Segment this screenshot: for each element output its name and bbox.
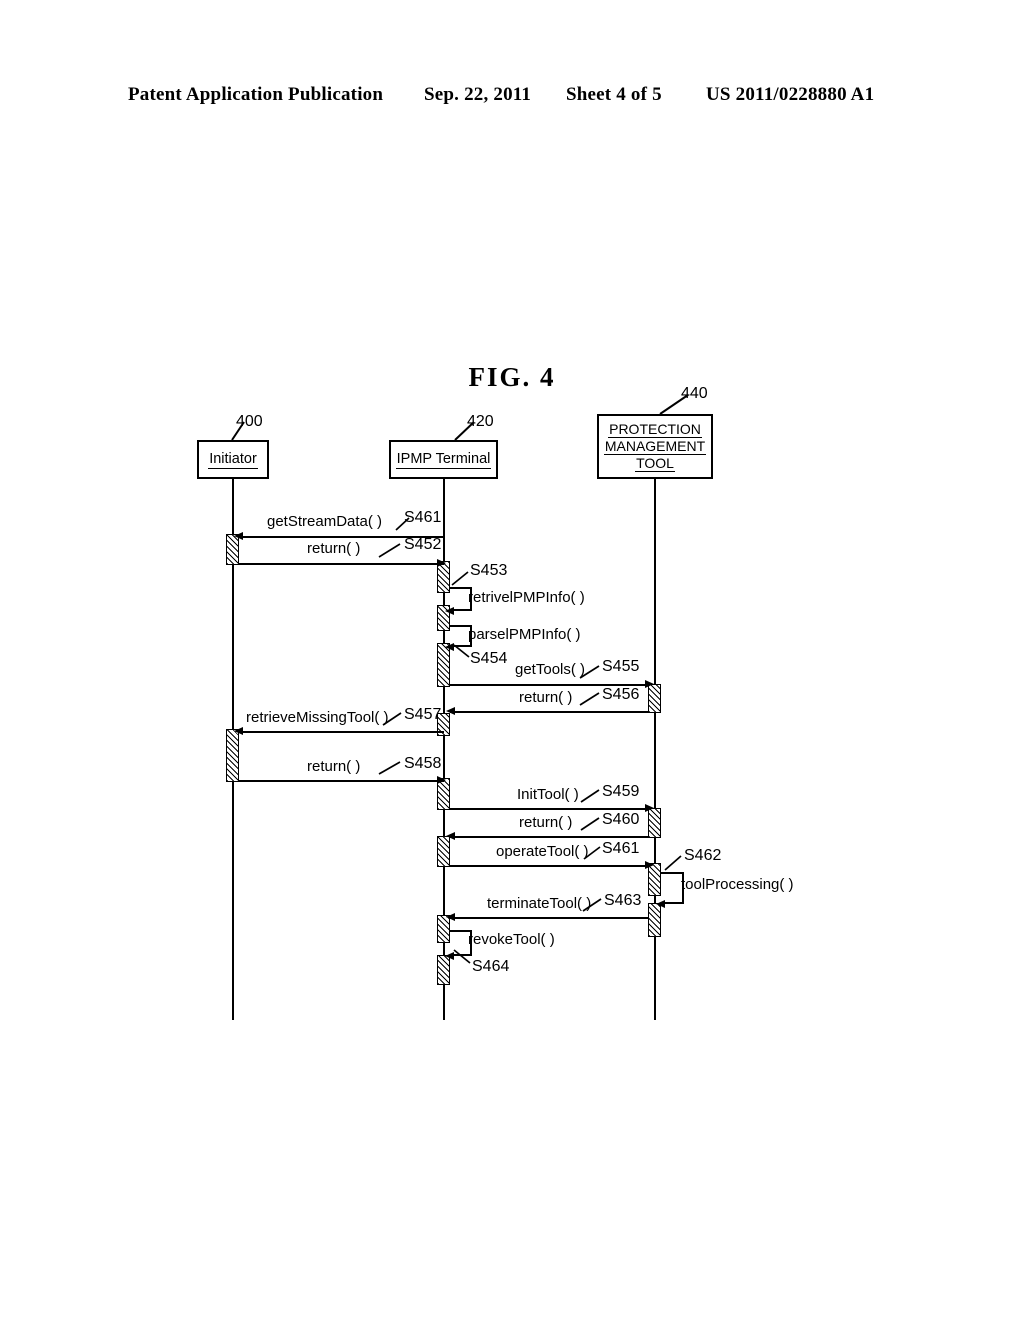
message-label-toolprocessing: toolProcessing( ) [681, 876, 794, 893]
lifeline-head-protection-management-tool: PROTECTION MANAGEMENT TOOL [597, 414, 713, 479]
sequence-diagram: FIG. 4 Initiator IPMP Terminal PROTECTIO… [0, 0, 1024, 1320]
message-line-return-456 [450, 711, 648, 713]
step-label-s457: S457 [404, 706, 442, 723]
step-label-s452: S452 [404, 536, 442, 553]
message-label-retrievepmpinfo: retrivelPMPInfo( ) [468, 589, 585, 606]
message-label-getstreamdata: getStreamData( ) [267, 513, 383, 530]
message-line-terminatetool [450, 917, 648, 919]
step-label-s462: S462 [684, 847, 722, 864]
leader-line-s456 [579, 692, 600, 706]
lifeline-label-pmt-line2: MANAGEMENT [603, 438, 707, 455]
step-label-s458: S458 [404, 755, 442, 772]
lifeline-head-ipmp-terminal: IPMP Terminal [389, 440, 498, 479]
step-label-s461: S461 [602, 840, 640, 857]
step-label-s455: S455 [602, 658, 640, 675]
step-label-s453: S453 [470, 562, 508, 579]
arrow-head-getstreamdata [234, 532, 243, 540]
arrow-head-toolprocessing [656, 900, 665, 908]
arrow-head-return-458 [437, 776, 446, 784]
reference-numeral-440: 440 [681, 385, 708, 402]
message-label-revoketool: revokeTool( ) [468, 931, 555, 948]
leader-line-s460 [580, 817, 600, 831]
arrow-head-terminatetool [446, 913, 455, 921]
step-label-s454: S454 [470, 650, 508, 667]
activation-bar-initiator-2 [226, 729, 239, 782]
lifeline-label-ipmp-terminal: IPMP Terminal [395, 450, 492, 469]
leader-line-s462 [664, 855, 682, 871]
message-line-operatetool [450, 865, 645, 867]
message-label-parsepmpinfo: parselPMPInfo( ) [468, 626, 581, 643]
message-label-inittool: InitTool( ) [517, 786, 579, 803]
activation-bar-pmt-1 [648, 684, 661, 713]
arrow-head-return-452 [437, 559, 446, 567]
lifeline-protection-management-tool [654, 479, 656, 1020]
arrow-head-revoketool [445, 952, 454, 960]
arrow-head-gettools [645, 680, 654, 688]
leader-line-s458 [378, 761, 401, 775]
activation-bar-pmt-4 [648, 903, 661, 937]
leader-line-s453 [451, 571, 469, 586]
message-label-return-458: return( ) [307, 758, 361, 775]
arrow-head-retrievemissingtool [234, 727, 243, 735]
message-line-return-452 [239, 563, 444, 565]
step-label-s464: S464 [472, 958, 510, 975]
step-label-s460: S460 [602, 811, 640, 828]
step-label-s451: S461 [404, 509, 442, 526]
reference-numeral-420: 420 [467, 413, 494, 430]
message-label-return-452: return( ) [307, 540, 361, 557]
message-label-gettools: getTools( ) [515, 661, 586, 678]
message-line-return-460 [450, 836, 648, 838]
message-label-operatetool: operateTool( ) [496, 843, 589, 860]
leader-line-s459 [580, 789, 600, 803]
leader-lines-overlay [231, 394, 689, 964]
message-label-return-456: return( ) [519, 689, 573, 706]
figure-title: FIG. 4 [468, 362, 556, 392]
arrow-head-parsepmpinfo [445, 643, 454, 651]
reference-numeral-400: 400 [236, 413, 263, 430]
step-label-s456: S456 [602, 686, 640, 703]
message-line-inittool [450, 808, 645, 810]
arrow-head-operatetool [645, 861, 654, 869]
activation-bar-pmt-2 [648, 808, 661, 838]
message-label-terminatetool: terminateTool( ) [487, 895, 592, 912]
message-line-retrievemissingtool [239, 731, 444, 733]
arrow-head-return-460 [446, 832, 455, 840]
arrow-head-inittool [645, 804, 654, 812]
message-line-return-458 [239, 780, 444, 782]
activation-bar-ipmp-6 [437, 836, 450, 867]
step-label-s463: S463 [604, 892, 642, 909]
arrow-head-retrievepmpinfo [445, 607, 454, 615]
leader-line-s452 [378, 543, 401, 558]
lifeline-label-pmt-line3: TOOL [635, 455, 675, 472]
lifeline-label-initiator: Initiator [208, 450, 258, 469]
lifeline-head-initiator: Initiator [197, 440, 269, 479]
lifeline-label-pmt-line1: PROTECTION [608, 421, 702, 438]
step-label-s459: S459 [602, 783, 640, 800]
message-label-return-460: return( ) [519, 814, 573, 831]
message-label-retrievemissingtool: retrieveMissingTool( ) [246, 709, 389, 726]
arrow-head-return-456 [446, 707, 455, 715]
